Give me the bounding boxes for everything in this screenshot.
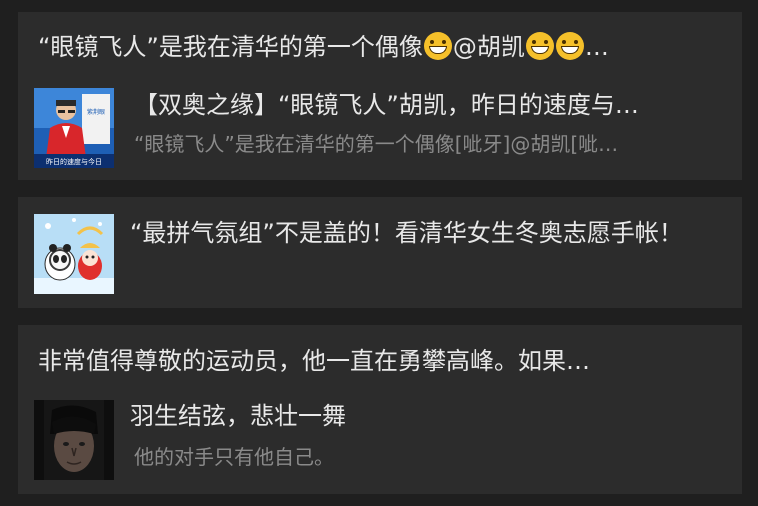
comment-text: “眼镜飞人”是我在清华的第一个偶像 @胡凯 … bbox=[38, 30, 724, 64]
comment-ellipsis: … bbox=[584, 33, 609, 61]
article-thumbnail[interactable] bbox=[34, 214, 114, 294]
comment-mention[interactable]: @胡凯 bbox=[453, 33, 525, 61]
grinning-face-icon bbox=[555, 32, 584, 60]
article-thumbnail[interactable]: 昨日的速度与今日 紫荆眼 bbox=[34, 88, 114, 168]
article-thumbnail[interactable] bbox=[34, 400, 114, 480]
thumbnail-logo-text: 紫荆眼 bbox=[87, 108, 105, 116]
article-title[interactable]: “最拼气氛组”不是盖的！看清华女生冬奥志愿手帐！ bbox=[130, 215, 730, 251]
article-feed: “眼镜飞人”是我在清华的第一个偶像 @胡凯 … 昨日的速度与今日 紫荆眼 【双奥之缘… bbox=[0, 0, 758, 506]
grinning-face-icon bbox=[423, 32, 452, 60]
article-subtitle: “眼镜飞人”是我在清华的第一个偶像[呲牙]@胡凯[呲… bbox=[134, 132, 619, 156]
article-title[interactable]: 【双奥之缘】“眼镜飞人”胡凯，昨日的速度与… bbox=[134, 88, 730, 122]
thumbnail-caption: 昨日的速度与今日 bbox=[46, 157, 102, 166]
comment-text: 非常值得尊敬的运动员，他一直在勇攀高峰。如果… bbox=[38, 347, 590, 375]
comment-text-part1: “眼镜飞人”是我在清华的第一个偶像 bbox=[38, 33, 423, 61]
grinning-face-icon bbox=[525, 32, 554, 60]
feed-card-3[interactable]: 非常值得尊敬的运动员，他一直在勇攀高峰。如果… 羽生结弦，悲壮一舞 他的对手只有… bbox=[18, 325, 742, 494]
article-title[interactable]: 羽生结弦，悲壮一舞 bbox=[130, 399, 730, 433]
article-subtitle: 他的对手只有他自己。 bbox=[134, 445, 334, 469]
feed-card-1[interactable]: “眼镜飞人”是我在清华的第一个偶像 @胡凯 … 昨日的速度与今日 紫荆眼 【双奥之缘… bbox=[18, 12, 742, 180]
feed-card-2[interactable]: “最拼气氛组”不是盖的！看清华女生冬奥志愿手帐！ bbox=[18, 197, 742, 308]
